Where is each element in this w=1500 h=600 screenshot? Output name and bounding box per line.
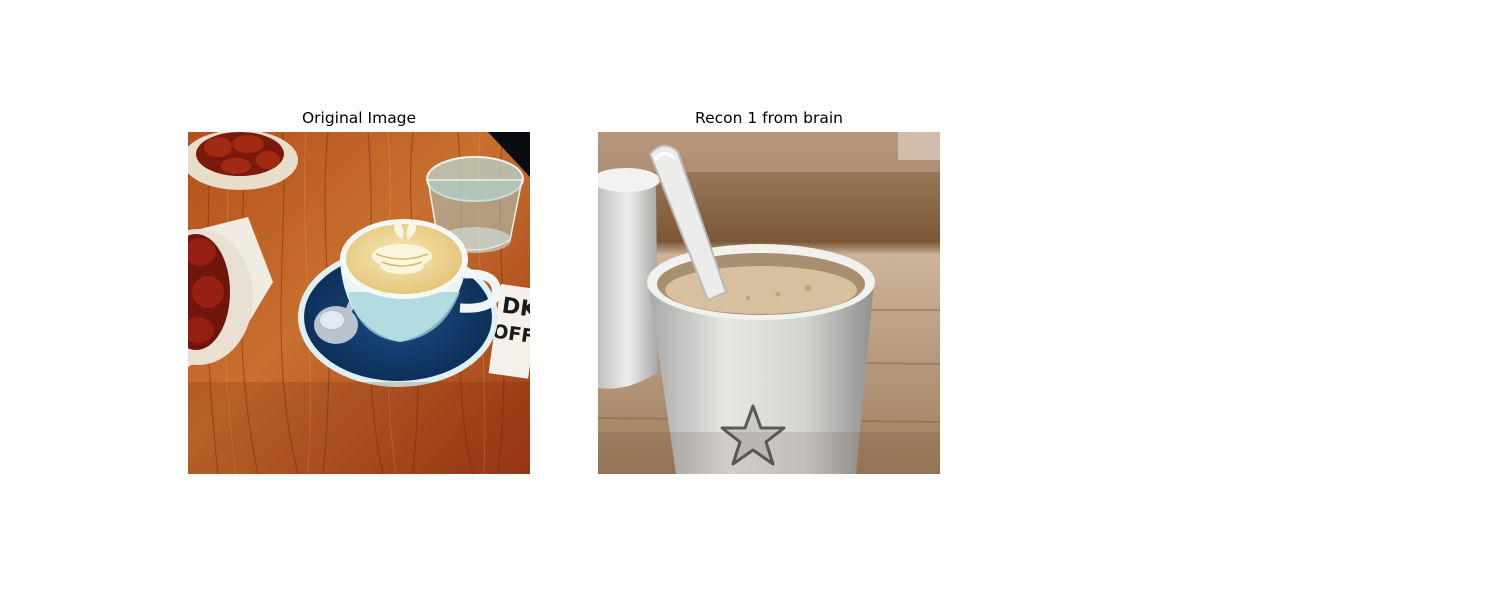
panel-original: Original Image DK OFF <box>188 109 530 474</box>
reconstructed-image <box>598 132 940 474</box>
panel-recon: Recon 1 from brain <box>598 109 940 474</box>
original-image: DK OFF <box>188 132 530 474</box>
svg-text:DK: DK <box>500 293 530 323</box>
panel-title-recon: Recon 1 from brain <box>695 109 843 127</box>
panel-title-original: Original Image <box>301 109 417 127</box>
